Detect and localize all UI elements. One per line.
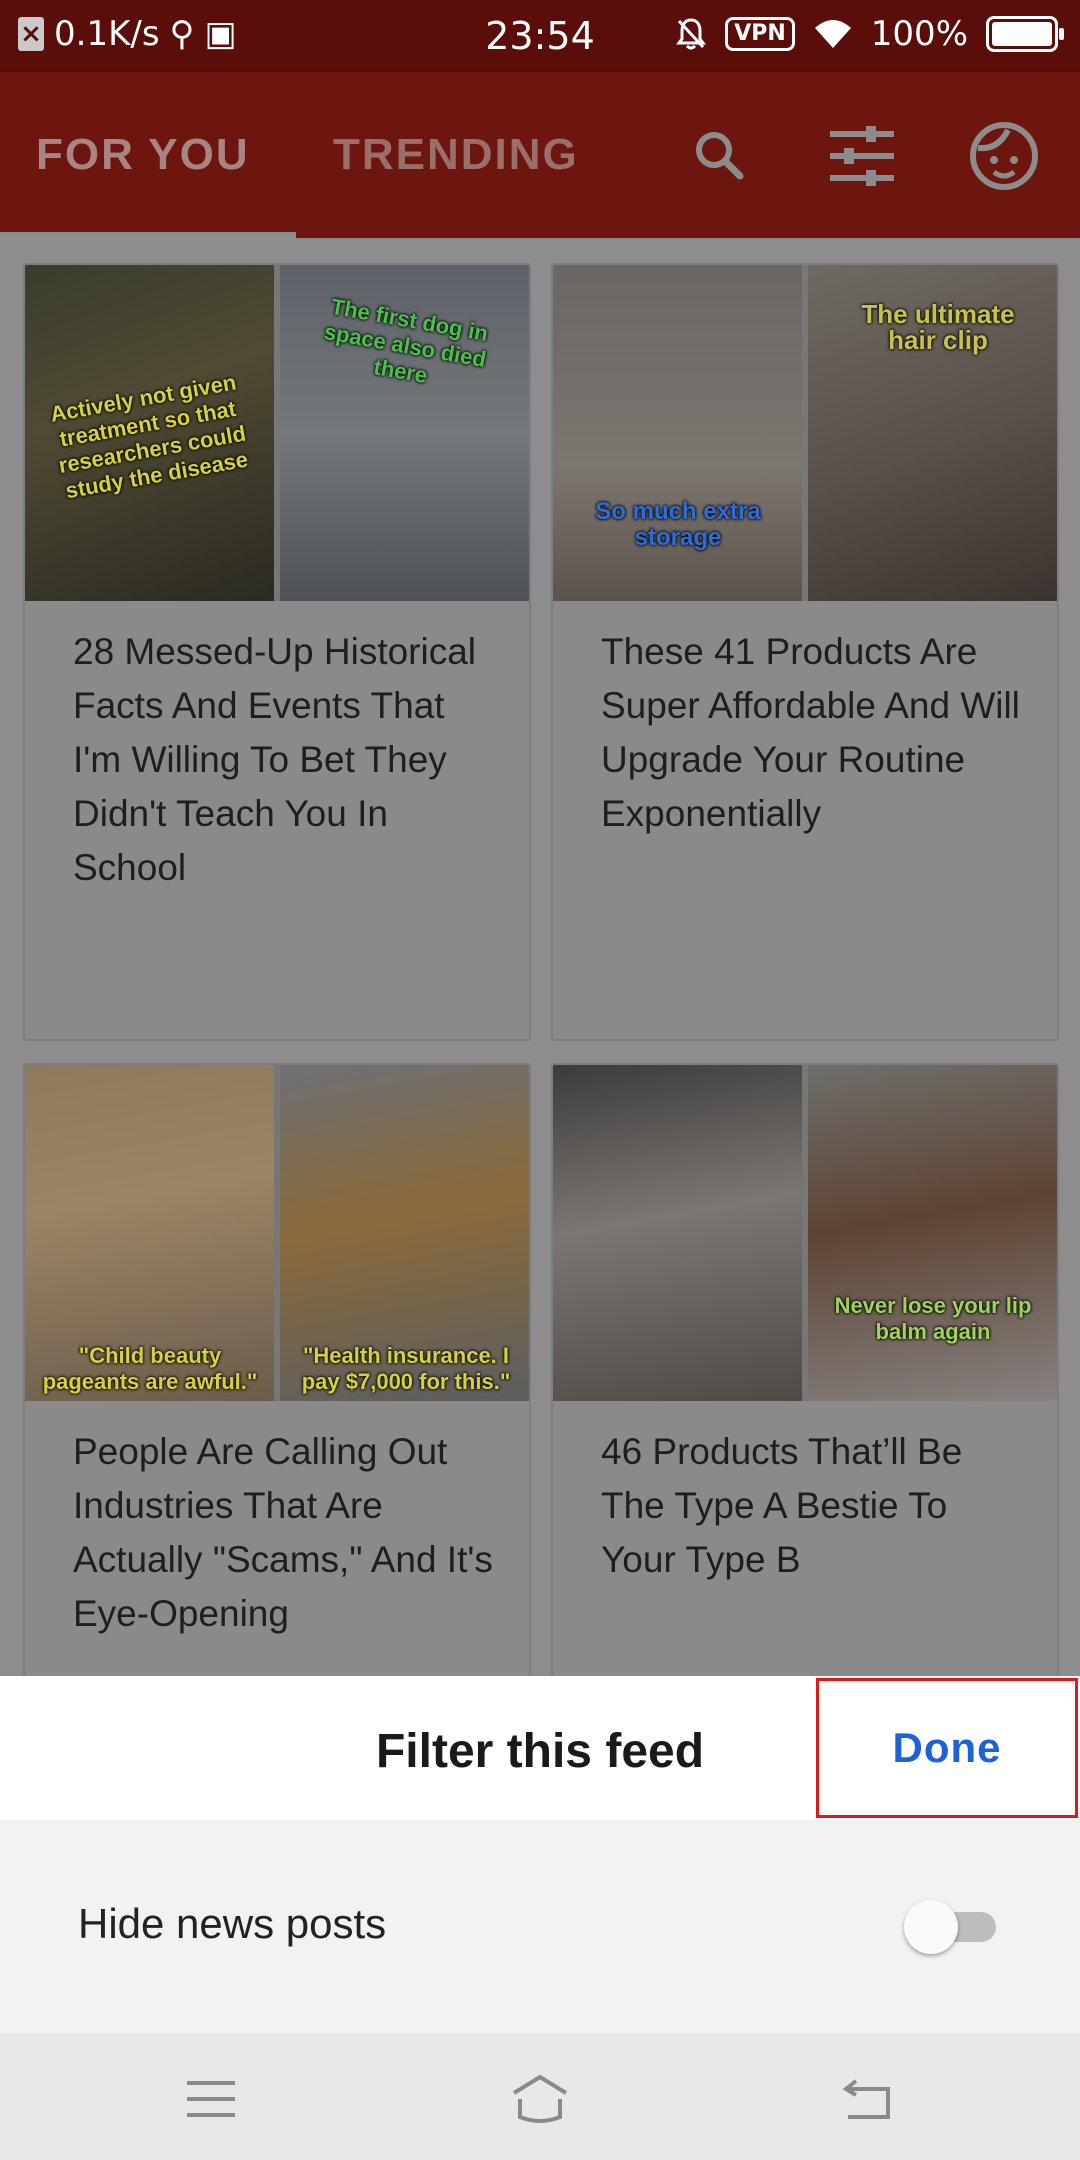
hide-news-label: Hide news posts	[78, 1900, 387, 1947]
article-card[interactable]: "Child beauty pageants are awful." "Heal…	[23, 1063, 531, 1707]
battery-percent: 100%	[870, 14, 968, 54]
thumbnail-caption: The ultimate hair clip	[861, 299, 1015, 355]
card-title[interactable]: 28 Messed-Up Historical Facts And Events…	[73, 625, 493, 895]
article-card[interactable]: Never lose your lip balm again 46 Produc…	[551, 1063, 1059, 1707]
thumbnail-image: "Child beauty pageants are awful."	[25, 1065, 274, 1401]
thumbnail-caption: "Child beauty pageants are awful."	[42, 1343, 258, 1394]
card-thumbnails: Actively not given treatment so that res…	[25, 265, 529, 601]
face-icon[interactable]	[968, 120, 1040, 192]
system-nav-bar	[0, 2033, 1080, 2160]
vpn-badge: VPN	[725, 17, 795, 51]
filter-sheet-header: Filter this feed Done	[0, 1676, 1080, 1820]
bell-off-icon	[676, 18, 707, 50]
article-card[interactable]: So much extra storage The ultimate hair …	[551, 263, 1059, 1041]
tab-trending[interactable]: TRENDING	[333, 72, 579, 238]
status-bar: × 0.1K/s ⚲ ▣ 23:54 VPN 100%	[0, 0, 1080, 72]
thumbnail-caption: The first dog in space also died there	[322, 293, 491, 389]
wifi-icon	[814, 20, 851, 48]
thumbnail-image: The ultimate hair clip	[808, 265, 1057, 601]
hide-news-toggle[interactable]	[904, 1900, 996, 1954]
tab-for-you[interactable]: FOR YOU	[36, 72, 250, 238]
card-thumbnails: Never lose your lip balm again	[553, 1065, 1057, 1401]
thumbnail-caption: Never lose your lip balm again	[834, 1293, 1032, 1344]
back-icon[interactable]	[838, 2069, 898, 2129]
thumbnail-image: Never lose your lip balm again	[808, 1065, 1057, 1401]
search-icon[interactable]	[684, 120, 756, 192]
sliders-icon[interactable]	[826, 120, 898, 192]
filter-sheet-body: Hide news posts	[0, 1820, 1080, 2033]
thumbnail-image: Actively not given treatment so that res…	[25, 265, 274, 601]
thumbnail-caption: So much extra storage	[595, 498, 761, 551]
card-title[interactable]: People Are Calling Out Industries That A…	[73, 1425, 493, 1641]
card-title[interactable]: These 41 Products Are Super Affordable A…	[601, 625, 1021, 841]
thumbnail-caption: "Health insurance. I pay $7,000 for this…	[301, 1343, 511, 1394]
home-icon[interactable]	[510, 2069, 570, 2129]
card-thumbnails: "Child beauty pageants are awful." "Heal…	[25, 1065, 529, 1401]
card-title[interactable]: 46 Products That’ll Be The Type A Bestie…	[601, 1425, 1021, 1587]
app-bar: FOR YOU TRENDING	[0, 72, 1080, 238]
toggle-knob	[904, 1900, 958, 1954]
done-button[interactable]: Done	[816, 1678, 1078, 1818]
thumbnail-image	[553, 1065, 802, 1401]
article-card[interactable]: Actively not given treatment so that res…	[23, 263, 531, 1041]
menu-icon[interactable]	[181, 2069, 241, 2129]
feed-grid: Actively not given treatment so that res…	[0, 238, 1080, 1707]
thumbnail-image: "Health insurance. I pay $7,000 for this…	[280, 1065, 529, 1401]
battery-icon	[986, 16, 1064, 52]
thumbnail-image: The first dog in space also died there	[280, 265, 529, 601]
thumbnail-caption: Actively not given treatment so that res…	[48, 369, 250, 504]
card-thumbnails: So much extra storage The ultimate hair …	[553, 265, 1057, 601]
thumbnail-image: So much extra storage	[553, 265, 802, 601]
status-right: VPN 100%	[675, 14, 1064, 54]
